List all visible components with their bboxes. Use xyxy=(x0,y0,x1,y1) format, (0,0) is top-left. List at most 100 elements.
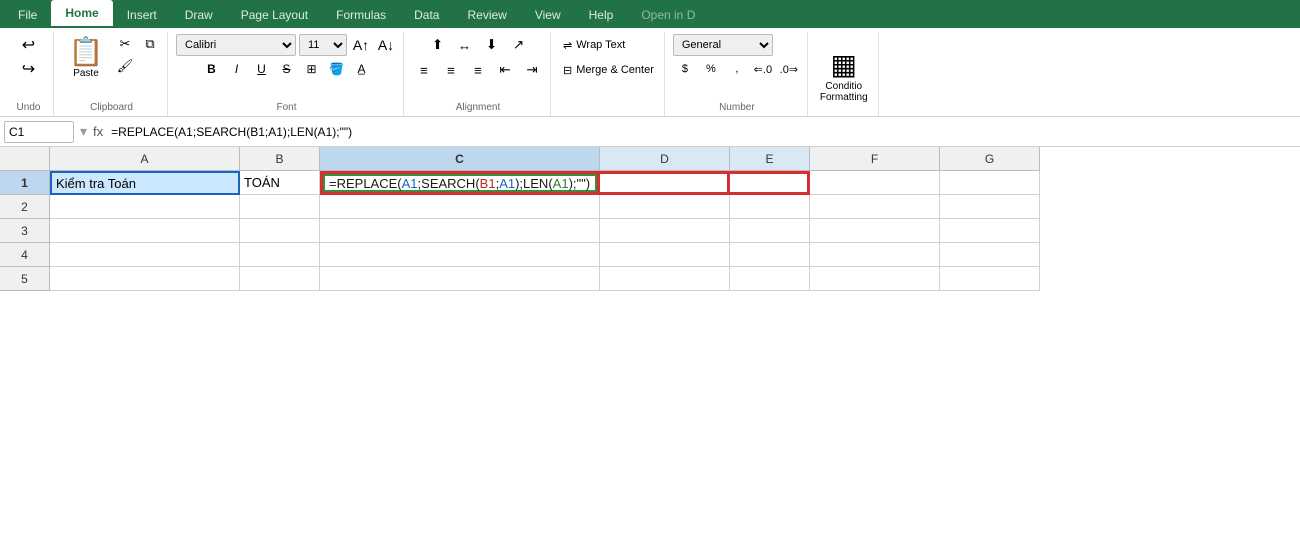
font-color-button[interactable]: A̲ xyxy=(351,59,373,79)
row-header-5[interactable]: 5 xyxy=(0,267,50,291)
col-header-a[interactable]: A xyxy=(50,147,240,171)
underline-button[interactable]: U xyxy=(251,59,273,79)
align-bottom-button[interactable]: ⬇ xyxy=(480,34,504,56)
italic-button[interactable]: I xyxy=(226,59,248,79)
cell-reference-box[interactable] xyxy=(4,121,74,143)
cell-a1[interactable]: Kiểm tra Toán xyxy=(50,171,240,195)
cell-d2[interactable] xyxy=(600,195,730,219)
row-header-2[interactable]: 2 xyxy=(0,195,50,219)
cell-c1[interactable]: =REPLACE(A1;SEARCH(B1;A1);LEN(A1);"") xyxy=(320,171,600,195)
copy-button[interactable]: ⧉ xyxy=(139,34,161,54)
cell-c2[interactable] xyxy=(320,195,600,219)
tab-review[interactable]: Review xyxy=(453,2,520,28)
decrease-indent-button[interactable]: ⇤ xyxy=(493,59,517,81)
tab-open-in-d[interactable]: Open in D xyxy=(627,2,709,28)
increase-indent-button[interactable]: ⇥ xyxy=(520,59,544,81)
align-middle-button[interactable]: ↔ xyxy=(453,34,477,56)
cell-b2[interactable] xyxy=(240,195,320,219)
row-header-4[interactable]: 4 xyxy=(0,243,50,267)
orientation-button[interactable]: ↗ xyxy=(507,34,531,56)
cell-f1[interactable] xyxy=(810,171,940,195)
tab-view[interactable]: View xyxy=(521,2,575,28)
col-header-f[interactable]: F xyxy=(810,147,940,171)
tab-help[interactable]: Help xyxy=(575,2,628,28)
col-header-c[interactable]: C xyxy=(320,147,600,171)
formula-input[interactable] xyxy=(107,121,1296,143)
font-size-select[interactable]: 11 xyxy=(299,34,347,56)
cell-c3[interactable] xyxy=(320,219,600,243)
tab-insert[interactable]: Insert xyxy=(113,2,171,28)
col-header-e[interactable]: E xyxy=(730,147,810,171)
cell-a2[interactable] xyxy=(50,195,240,219)
number-format-select[interactable]: General xyxy=(673,34,773,56)
cell-a3[interactable] xyxy=(50,219,240,243)
cell-d4[interactable] xyxy=(600,243,730,267)
border-button[interactable]: ⊞ xyxy=(301,59,323,79)
cell-e4[interactable] xyxy=(730,243,810,267)
cell-b5[interactable] xyxy=(240,267,320,291)
align-center-button[interactable]: ≡ xyxy=(439,59,463,81)
redo-button[interactable]: ↪ xyxy=(13,58,45,80)
cell-e2[interactable] xyxy=(730,195,810,219)
font-group: Calibri 11 A↑ A↓ B I U S ⊞ 🪣 A̲ xyxy=(170,32,404,116)
col-header-b[interactable]: B xyxy=(240,147,320,171)
paste-button[interactable]: 📋 Paste xyxy=(62,34,110,83)
tab-home[interactable]: Home xyxy=(51,0,112,28)
col-header-g[interactable]: G xyxy=(940,147,1040,171)
cell-g1[interactable] xyxy=(940,171,1040,195)
undo-button[interactable]: ↩ xyxy=(13,34,45,56)
ribbon: File Home Insert Draw Page Layout Formul… xyxy=(0,0,1300,117)
cell-d5[interactable] xyxy=(600,267,730,291)
font-name-select[interactable]: Calibri xyxy=(176,34,296,56)
cell-c4[interactable] xyxy=(320,243,600,267)
increase-decimal-button[interactable]: .0⇒ xyxy=(777,59,801,79)
merge-center-button[interactable]: ⊟ Merge & Center xyxy=(559,59,658,81)
tab-file[interactable]: File xyxy=(4,2,51,28)
tab-draw[interactable]: Draw xyxy=(171,2,227,28)
clipboard-group: 📋 Paste ✂ ⧉ 🖌 Clipboard xyxy=(56,32,168,116)
function-icon[interactable]: fx xyxy=(93,124,103,139)
cell-a4[interactable] xyxy=(50,243,240,267)
strikethrough-button[interactable]: S xyxy=(276,59,298,79)
cell-d3[interactable] xyxy=(600,219,730,243)
row-header-1[interactable]: 1 xyxy=(0,171,50,195)
align-right-button[interactable]: ≡ xyxy=(466,59,490,81)
cell-b1[interactable]: TOÁN xyxy=(240,171,320,195)
cell-b4[interactable] xyxy=(240,243,320,267)
cell-d1[interactable] xyxy=(600,171,730,195)
cell-f4[interactable] xyxy=(810,243,940,267)
cell-c5[interactable] xyxy=(320,267,600,291)
currency-button[interactable]: $ xyxy=(673,59,697,79)
wrap-text-button[interactable]: ⇌ Wrap Text xyxy=(559,34,629,56)
tab-formulas[interactable]: Formulas xyxy=(322,2,400,28)
bold-button[interactable]: B xyxy=(201,59,223,79)
percent-button[interactable]: % xyxy=(699,59,723,79)
cell-b3[interactable] xyxy=(240,219,320,243)
decrease-font-button[interactable]: A↓ xyxy=(375,35,397,55)
cell-g3[interactable] xyxy=(940,219,1040,243)
col-header-d[interactable]: D xyxy=(600,147,730,171)
cell-e5[interactable] xyxy=(730,267,810,291)
cell-g5[interactable] xyxy=(940,267,1040,291)
tab-page-layout[interactable]: Page Layout xyxy=(227,2,322,28)
align-left-button[interactable]: ≡ xyxy=(412,59,436,81)
cell-e3[interactable] xyxy=(730,219,810,243)
cell-f5[interactable] xyxy=(810,267,940,291)
align-top-button[interactable]: ⬆ xyxy=(426,34,450,56)
fill-color-button[interactable]: 🪣 xyxy=(326,59,348,79)
cut-button[interactable]: ✂ xyxy=(114,34,136,54)
conditional-formatting-button[interactable]: ▦ Conditio Formatting xyxy=(816,44,872,107)
format-painter-button[interactable]: 🖌 xyxy=(114,56,136,76)
cell-f3[interactable] xyxy=(810,219,940,243)
row-header-3[interactable]: 3 xyxy=(0,219,50,243)
comma-button[interactable]: , xyxy=(725,59,749,79)
tab-data[interactable]: Data xyxy=(400,2,453,28)
cell-e1[interactable] xyxy=(730,171,810,195)
cell-f2[interactable] xyxy=(810,195,940,219)
decrease-decimal-button[interactable]: ⇐.0 xyxy=(751,59,775,79)
increase-font-button[interactable]: A↑ xyxy=(350,35,372,55)
cell-g4[interactable] xyxy=(940,243,1040,267)
cell-a5[interactable] xyxy=(50,267,240,291)
wrap-merge-group: ⇌ Wrap Text ⊟ Merge & Center xyxy=(553,32,665,116)
cell-g2[interactable] xyxy=(940,195,1040,219)
